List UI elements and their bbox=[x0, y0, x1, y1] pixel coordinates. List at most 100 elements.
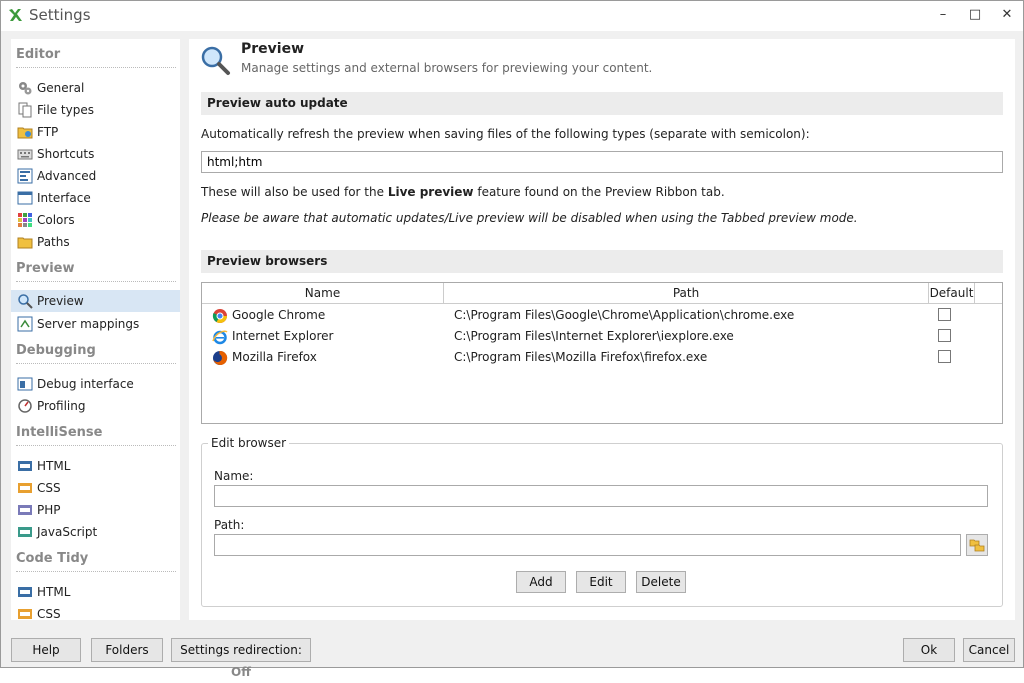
sidebar-item-label: General bbox=[37, 81, 85, 95]
debug-window-icon bbox=[17, 377, 33, 391]
table-row[interactable]: Google Chrome C:\Program Files\Google\Ch… bbox=[202, 305, 1002, 326]
sidebar-item-file-types[interactable]: File types bbox=[11, 99, 180, 121]
sidebar-section-label: IntelliSense bbox=[16, 425, 103, 440]
footer-bar: Help Folders Settings redirection: Off O… bbox=[1, 628, 1023, 679]
color-palette-icon bbox=[18, 213, 32, 227]
sidebar-item-debug-interface[interactable]: Debug interface bbox=[11, 373, 180, 395]
cancel-button[interactable]: Cancel bbox=[963, 638, 1015, 662]
table-row[interactable]: Mozilla Firefox C:\Program Files\Mozilla… bbox=[202, 347, 1002, 368]
browse-path-button[interactable] bbox=[966, 534, 988, 556]
sidebar-item-label: PHP bbox=[37, 503, 61, 517]
keyboard-icon bbox=[17, 149, 33, 160]
advanced-settings-icon bbox=[17, 168, 33, 184]
sidebar-item-codetidy-html[interactable]: HTML bbox=[11, 581, 180, 603]
settings-window: Settings – □ ✕ Editor General File types… bbox=[0, 0, 1024, 679]
note-prefix: These will also be used for the bbox=[201, 185, 388, 199]
sidebar-item-label: Interface bbox=[37, 191, 91, 205]
default-checkbox[interactable] bbox=[938, 308, 951, 321]
sidebar-item-label: Shortcuts bbox=[37, 147, 95, 161]
sidebar-item-label: Profiling bbox=[37, 399, 86, 413]
magnifier-icon bbox=[201, 46, 230, 75]
sidebar-item-general[interactable]: General bbox=[11, 77, 180, 99]
settings-content: Preview Manage settings and external bro… bbox=[189, 39, 1015, 620]
folders-button[interactable]: Folders bbox=[91, 638, 163, 662]
sidebar-section-label: Code Tidy bbox=[16, 551, 89, 566]
chrome-icon bbox=[212, 309, 227, 323]
sidebar-item-label: Colors bbox=[37, 213, 75, 227]
help-button[interactable]: Help bbox=[11, 638, 81, 662]
sidebar-item-intellisense-php[interactable]: PHP bbox=[11, 499, 180, 521]
sidebar-item-label: Paths bbox=[37, 235, 70, 249]
default-checkbox[interactable] bbox=[938, 350, 951, 363]
browser-name: Internet Explorer bbox=[232, 329, 334, 343]
default-checkbox[interactable] bbox=[938, 329, 951, 342]
warning-text: Please be aware that automatic updates/L… bbox=[201, 211, 858, 225]
sidebar-item-intellisense-html[interactable]: HTML bbox=[11, 455, 180, 477]
sidebar-item-shortcuts[interactable]: Shortcuts bbox=[11, 143, 180, 165]
browser-path: C:\Program Files\Internet Explorer\iexpl… bbox=[454, 329, 734, 343]
sidebar-section-label: Debugging bbox=[16, 343, 96, 358]
auto-update-description: Automatically refresh the preview when s… bbox=[201, 127, 810, 141]
browse-folder-icon bbox=[969, 539, 985, 552]
sidebar-item-profiling[interactable]: Profiling bbox=[11, 395, 180, 417]
gears-icon bbox=[19, 82, 32, 95]
preview-browsers-heading: Preview browsers bbox=[201, 250, 1003, 273]
server-mapping-icon bbox=[17, 316, 33, 332]
sidebar-item-ftp[interactable]: FTP bbox=[11, 121, 180, 143]
maximize-button[interactable]: □ bbox=[961, 5, 989, 25]
sidebar-section-preview: Preview bbox=[16, 261, 176, 282]
sidebar-item-label: FTP bbox=[37, 125, 59, 139]
javascript-file-icon bbox=[18, 527, 32, 537]
settings-sidebar: Editor General File types FTP Shortcuts … bbox=[11, 39, 180, 620]
tabbed-preview-warning: Please be aware that automatic updates/L… bbox=[201, 211, 858, 225]
sidebar-section-label: Editor bbox=[16, 47, 61, 62]
sidebar-item-label: HTML bbox=[37, 585, 71, 599]
browser-name: Google Chrome bbox=[232, 308, 326, 322]
table-row[interactable]: Internet Explorer C:\Program Files\Inter… bbox=[202, 326, 1002, 347]
add-button[interactable]: Add bbox=[516, 571, 566, 593]
sidebar-item-paths[interactable]: Paths bbox=[11, 231, 180, 253]
minimize-button[interactable]: – bbox=[929, 5, 957, 25]
settings-redirection-button[interactable]: Settings redirection: Off bbox=[171, 638, 311, 679]
close-button[interactable]: ✕ bbox=[993, 5, 1021, 25]
sidebar-item-intellisense-css[interactable]: CSS bbox=[11, 477, 180, 499]
magnifier-icon bbox=[18, 294, 33, 309]
column-header-default[interactable]: Default bbox=[929, 283, 975, 304]
redirection-label: Settings redirection: bbox=[180, 643, 302, 657]
html-file-icon bbox=[18, 461, 32, 471]
edit-browser-legend: Edit browser bbox=[208, 436, 290, 450]
browser-path-input[interactable] bbox=[214, 534, 961, 556]
browser-name-input[interactable] bbox=[214, 485, 988, 507]
sidebar-item-label: Advanced bbox=[37, 169, 97, 183]
sidebar-item-advanced[interactable]: Advanced bbox=[11, 165, 180, 187]
title-bar[interactable]: Settings – □ ✕ bbox=[1, 1, 1023, 31]
sidebar-item-label: Server mappings bbox=[37, 317, 140, 331]
sidebar-item-intellisense-javascript[interactable]: JavaScript bbox=[11, 521, 180, 543]
interface-window-icon bbox=[17, 191, 33, 205]
ie-icon bbox=[212, 330, 228, 345]
sidebar-section-code-tidy: Code Tidy bbox=[16, 551, 176, 572]
preview-auto-update-heading: Preview auto update bbox=[201, 92, 1003, 115]
path-label: Path: bbox=[214, 518, 245, 532]
sidebar-section-editor: Editor bbox=[16, 47, 176, 68]
sidebar-item-codetidy-css[interactable]: CSS bbox=[11, 603, 180, 620]
sidebar-item-label: JavaScript bbox=[37, 525, 98, 539]
browser-path: C:\Program Files\Mozilla Firefox\firefox… bbox=[454, 350, 708, 364]
php-file-icon bbox=[18, 505, 32, 515]
file-types-input[interactable] bbox=[201, 151, 1003, 173]
edit-button[interactable]: Edit bbox=[576, 571, 626, 593]
sidebar-item-label: Debug interface bbox=[37, 377, 134, 391]
delete-button[interactable]: Delete bbox=[636, 571, 686, 593]
column-header-name[interactable]: Name bbox=[202, 283, 444, 304]
sidebar-item-preview[interactable]: Preview bbox=[11, 290, 180, 312]
sidebar-item-colors[interactable]: Colors bbox=[11, 209, 180, 231]
column-header-path[interactable]: Path bbox=[444, 283, 929, 304]
css-file-icon bbox=[18, 609, 32, 619]
sidebar-item-label: CSS bbox=[37, 481, 61, 495]
sidebar-item-label: CSS bbox=[37, 607, 61, 620]
sidebar-item-interface[interactable]: Interface bbox=[11, 187, 180, 209]
sidebar-item-server-mappings[interactable]: Server mappings bbox=[11, 313, 180, 335]
live-preview-note: These will also be used for the Live pre… bbox=[201, 185, 725, 199]
sidebar-section-intellisense: IntelliSense bbox=[16, 425, 176, 446]
ok-button[interactable]: Ok bbox=[903, 638, 955, 662]
